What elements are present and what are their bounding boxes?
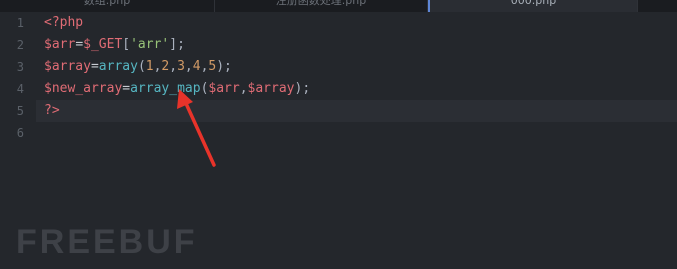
variable: $array [44, 59, 91, 74]
code-line-2: $arr=$_GET['arr']; [44, 34, 185, 56]
code-line-4: $new_array=array_map($arr,$array); [44, 78, 310, 100]
punctuation: ); [216, 59, 232, 74]
tab-active-file[interactable]: 000.php [428, 0, 638, 12]
function-name: array [98, 59, 138, 74]
number-literal: 4 [192, 59, 201, 74]
line-number: 5 [16, 104, 24, 118]
current-line-highlight [36, 100, 677, 122]
php-open-tag: <?php [44, 15, 84, 30]
variable: $arr [208, 81, 240, 96]
line-number: 2 [16, 38, 24, 52]
operator: = [90, 59, 99, 74]
operator: = [75, 37, 84, 52]
php-close-tag: ?> [44, 103, 60, 118]
tab-label: 数组.php [83, 0, 131, 7]
line-number: 1 [16, 16, 24, 30]
freebuf-watermark: FREEBUF [16, 222, 198, 262]
punctuation: , [184, 59, 193, 74]
punctuation: , [239, 81, 248, 96]
punctuation: ]; [169, 37, 185, 52]
line-number: 6 [16, 126, 24, 140]
tab-label: 000.php [510, 0, 557, 7]
string-literal: 'arr' [130, 37, 170, 52]
tab-shuzu[interactable]: 数组.php [0, 0, 215, 12]
variable: $_GET [83, 37, 123, 52]
line-number: 4 [16, 82, 24, 96]
number-literal: 3 [177, 59, 185, 74]
watermark-text: FREEBUF [16, 222, 198, 261]
code-line-3: $array=array(1,2,3,4,5); [44, 56, 232, 78]
tab-label: 注册函数处理.php [275, 0, 367, 7]
variable: $array [247, 81, 295, 96]
function-name: array_map [130, 81, 201, 96]
variable: $new_array [44, 81, 123, 96]
tab-register-func[interactable]: 注册函数处理.php [215, 0, 428, 12]
tab-empty[interactable] [638, 0, 677, 12]
punctuation: [ [122, 37, 131, 52]
tab-bar: 数组.php 注册函数处理.php 000.php [0, 0, 677, 12]
code-line-5: ?> [44, 100, 60, 122]
number-literal: 1 [145, 59, 154, 74]
code-editor: 数组.php 注册函数处理.php 000.php 1 2 3 4 5 6 <?… [0, 0, 677, 269]
punctuation: ( [137, 59, 146, 74]
code-line-1: <?php [44, 12, 83, 34]
punctuation: ); [294, 81, 311, 96]
line-number: 3 [16, 60, 24, 74]
variable: $arr [44, 37, 76, 52]
punctuation: , [169, 59, 178, 74]
operator: = [122, 81, 131, 96]
